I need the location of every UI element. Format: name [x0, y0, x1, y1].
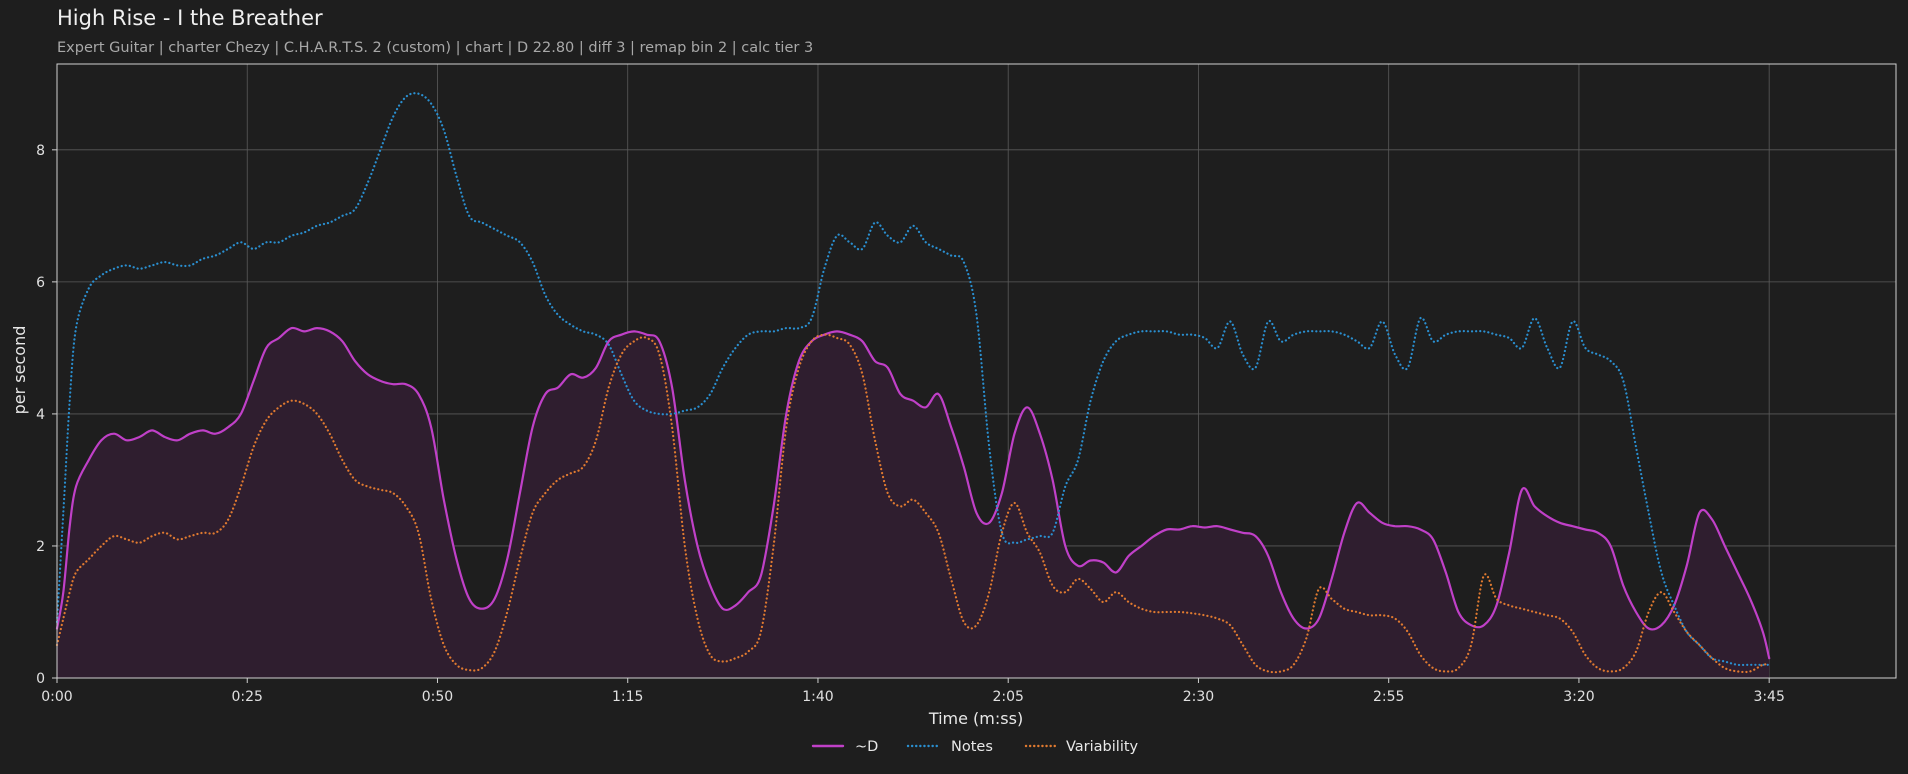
y-tick-label: 2 [36, 539, 45, 555]
x-tick-label: 0:50 [422, 689, 453, 705]
x-tick-label: 2:55 [1373, 689, 1404, 705]
fill-layer [57, 327, 1770, 678]
x-tick-label: 0:25 [232, 689, 263, 705]
y-axis-ticks: 0 2 4 6 8 [36, 143, 57, 687]
x-tick-label: 2:05 [992, 689, 1023, 705]
x-tick-label: 3:45 [1753, 689, 1784, 705]
y-axis-label: per second [10, 326, 29, 415]
y-tick-label: 4 [36, 407, 45, 423]
chart-svg: 0:00 0:25 0:50 1:15 1:40 2:05 2:30 2:55 3:20 3:45… [10, 63, 1897, 755]
x-axis-ticks: 0:00 0:25 0:50 1:15 1:40 2:05 2:30 2:55 3:20 3:45 [41, 678, 1785, 705]
y-tick-label: 0 [36, 671, 45, 687]
x-tick-label: 3:20 [1563, 689, 1594, 705]
legend: ~D Notes Variability [811, 739, 1139, 755]
y-tick-label: 6 [36, 275, 45, 291]
legend-label-variability: Variability [1066, 739, 1139, 755]
legend-label-notes: Notes [951, 739, 993, 755]
x-tick-label: 2:30 [1183, 689, 1214, 705]
series-d-area [57, 327, 1770, 678]
x-axis-label: Time (m:ss) [928, 709, 1023, 728]
x-tick-label: 0:00 [41, 689, 72, 705]
x-tick-label: 1:40 [802, 689, 833, 705]
x-tick-label: 1:15 [612, 689, 643, 705]
y-tick-label: 8 [36, 143, 45, 159]
legend-label-d: ~D [855, 739, 878, 755]
